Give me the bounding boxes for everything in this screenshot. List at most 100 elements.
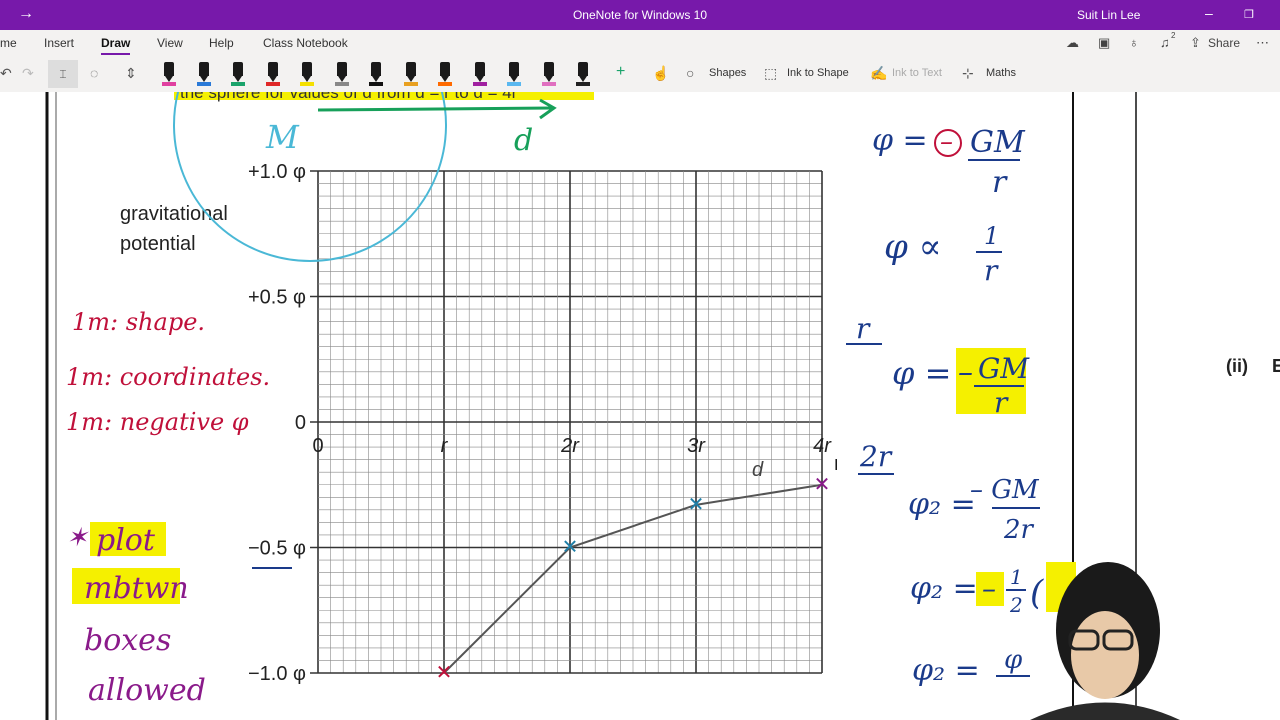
- pen-6-button[interactable]: [334, 60, 349, 88]
- equation-4-den: 2r: [1003, 515, 1035, 545]
- user-name[interactable]: Suit Lin Lee: [1077, 8, 1140, 22]
- y-axis-label-line2: potential: [120, 233, 196, 255]
- add-pen-icon[interactable]: +: [616, 63, 625, 81]
- equation-3-minus: –: [958, 355, 973, 390]
- equation-2-num: 1: [984, 222, 999, 250]
- tip-3: boxes: [84, 623, 171, 658]
- x-tick-label: 2r: [560, 435, 580, 457]
- pen-13-button[interactable]: [576, 60, 590, 88]
- tab-view[interactable]: View: [157, 36, 183, 50]
- marking-note-3: 1m: negative φ: [66, 408, 249, 436]
- pen-1-button[interactable]: [162, 60, 176, 88]
- equation-4-phi: φ₂ =: [908, 487, 976, 522]
- pen-7-button[interactable]: [369, 60, 383, 88]
- pen-2-button[interactable]: [196, 60, 211, 88]
- pen-11-button[interactable]: [507, 60, 521, 88]
- maths-button[interactable]: Maths: [986, 67, 1016, 79]
- question-text-fragment: the sphere for values of d from d = r to…: [180, 92, 518, 102]
- sphere-circle: [173, 92, 447, 262]
- share-button[interactable]: Share: [1208, 36, 1240, 50]
- equation-4-num: – GM: [970, 475, 1040, 505]
- curve-label: d: [752, 459, 764, 481]
- equation-1-den: r: [992, 165, 1008, 200]
- equation-5-minus: –: [982, 572, 996, 605]
- x-tick-label: 0: [312, 435, 323, 457]
- ink-to-text-icon: ✍: [870, 65, 888, 81]
- equation-2: φ ∝: [884, 227, 942, 267]
- part-ii-label: (ii): [1226, 356, 1248, 376]
- page-canvas[interactable]: the sphere for values of d from d = r to…: [0, 92, 1280, 720]
- equation-3-phi: φ =: [892, 354, 951, 392]
- ink-replay-icon[interactable]: ☝: [652, 65, 669, 82]
- undo-icon[interactable]: ↶: [0, 65, 12, 82]
- marking-note-2: 1m: coordinates.: [66, 363, 270, 391]
- pen-10-button[interactable]: [472, 60, 487, 88]
- equation-6-phi: φ₂ =: [912, 653, 980, 688]
- y-axis-label-line1: gravitational: [120, 203, 228, 225]
- ink-to-shape-icon[interactable]: ⬚: [764, 65, 777, 82]
- y-tick-label: 0: [295, 412, 306, 434]
- x-tick-label: 4r: [813, 435, 832, 457]
- equation-2-den: r: [984, 254, 999, 287]
- equation-1-num: GM: [970, 125, 1026, 160]
- pen-9-button[interactable]: [438, 60, 452, 88]
- lasso-select-icon[interactable]: ◌: [90, 65, 98, 81]
- maximize-icon[interactable]: ❐: [1244, 8, 1254, 21]
- pen-4-button[interactable]: [265, 60, 280, 88]
- pen-12-button[interactable]: [541, 60, 556, 88]
- distance-label: d: [514, 123, 533, 158]
- tab-draw[interactable]: Draw: [101, 36, 131, 55]
- x-tick-label: 3r: [687, 435, 706, 457]
- chart-grid: [317, 170, 823, 674]
- tip-2: mbtwn: [84, 571, 189, 606]
- sync-icon[interactable]: ☁: [1066, 35, 1079, 51]
- webcam-overlay: [1030, 562, 1180, 720]
- ink-to-shape-button[interactable]: Ink to Shape: [787, 67, 849, 79]
- title-bar: → OneNote for Windows 10 Suit Lin Lee – …: [0, 0, 1280, 30]
- equation-3-num: GM: [978, 352, 1030, 385]
- tip-1: plot: [96, 523, 156, 558]
- equation-3-den: r: [994, 386, 1009, 419]
- data-point: ✕: [436, 662, 453, 684]
- tab-help[interactable]: Help: [209, 36, 234, 50]
- tab-class-notebook[interactable]: Class Notebook: [263, 36, 348, 50]
- lasso-type-select-icon[interactable]: ⌶: [48, 60, 78, 88]
- shapes-button[interactable]: Shapes: [709, 67, 746, 79]
- case-2r-label: 2r: [859, 440, 893, 473]
- webcam-face: [1071, 611, 1139, 699]
- pen-5-button[interactable]: [300, 60, 314, 88]
- notebook-icon[interactable]: ▣: [1098, 35, 1110, 51]
- y-tick-label: +1.0 φ: [248, 161, 306, 183]
- y-tick-label: +0.5 φ: [248, 287, 306, 309]
- tab-insert[interactable]: Insert: [44, 36, 74, 50]
- minimize-icon[interactable]: –: [1205, 5, 1213, 21]
- pen-8-button[interactable]: [403, 60, 418, 88]
- bell-icon[interactable]: ♫: [1160, 35, 1170, 50]
- text-cursor-icon: I: [834, 457, 838, 474]
- add-space-icon[interactable]: ⇕: [125, 65, 137, 82]
- y-tick-label: −1.0 φ: [248, 663, 306, 685]
- equation-5-phi: φ₂ =: [910, 571, 978, 606]
- maths-icon[interactable]: ⊹: [962, 65, 974, 82]
- tip-4: allowed: [88, 673, 206, 708]
- distance-arrow: [317, 106, 553, 112]
- ribbon-tabs: me Insert Draw View Help Class Notebook …: [0, 30, 1280, 56]
- marking-note-1: 1m: shape.: [72, 308, 205, 336]
- x-tick-label: r: [441, 435, 449, 457]
- equation-1-minus: –: [940, 127, 953, 157]
- shapes-icon[interactable]: ○: [686, 65, 694, 81]
- more-options-icon[interactable]: ⋯: [1256, 35, 1269, 51]
- sphere-mass-label: M: [265, 118, 300, 156]
- pen-3-button[interactable]: [231, 60, 245, 88]
- star-icon: ✶: [66, 523, 90, 553]
- tab-home[interactable]: me: [0, 36, 17, 50]
- share-icon[interactable]: ⇪: [1190, 35, 1201, 51]
- notification-count: 2: [1171, 31, 1176, 40]
- equation-1-phi: φ =: [872, 123, 928, 158]
- data-point: ✕: [562, 537, 579, 559]
- lightbulb-icon[interactable]: ♁: [1129, 35, 1139, 50]
- redo-icon[interactable]: ↷: [22, 65, 34, 82]
- data-point: ✕: [814, 474, 831, 496]
- y-tick-label: −0.5 φ: [248, 538, 306, 560]
- ink-to-text-button: Ink to Text: [892, 67, 942, 79]
